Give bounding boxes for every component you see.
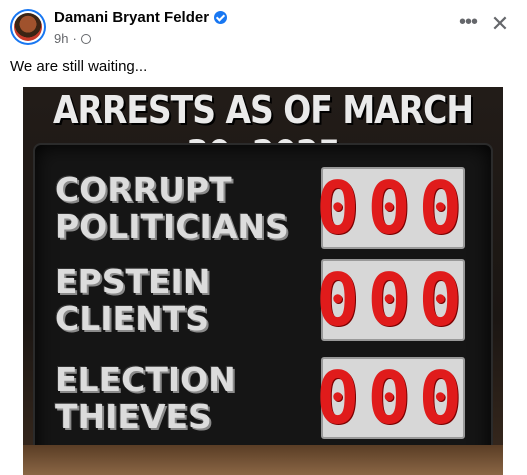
row-label-1: CORRUPT POLITICIANS [55,171,289,245]
author-name[interactable]: Damani Bryant Felder [54,9,228,26]
verified-badge-icon [214,11,228,24]
avatar[interactable] [10,9,46,45]
row-label-3-line1: ELECTION [55,360,236,399]
counter-1-digits: 000 [315,166,471,250]
row-label-1-line2: POLITICIANS [55,207,289,246]
post-text: We are still waiting... [10,58,148,75]
row-label-1-line1: CORRUPT [55,170,232,209]
post-image[interactable]: ARRESTS AS OF MARCH 30, 2025 CORRUPT POL… [23,87,503,475]
row-label-3-line2: THIEVES [55,397,212,436]
post-time[interactable]: 9h [54,31,68,46]
row-label-3: ELECTION THIEVES [55,361,236,435]
post-meta: 9h · [54,31,91,46]
globe-icon[interactable] [80,33,91,44]
more-options-icon[interactable]: ••• [456,12,480,36]
close-icon[interactable]: ✕ [488,12,512,36]
counter-2-digits: 000 [315,258,471,342]
counter-3: 000 [316,357,465,439]
row-label-2-line2: CLIENTS [55,299,209,338]
wood-surface [23,445,503,475]
author-name-text[interactable]: Damani Bryant Felder [54,9,209,26]
meta-separator: · [72,31,77,46]
row-label-2: EPSTEIN CLIENTS [55,263,210,337]
counter-1: 000 [316,167,465,249]
row-label-2-line1: EPSTEIN [55,262,211,301]
counter-2: 000 [316,259,465,341]
post-header: Damani Bryant Felder 9h · ••• ✕ [0,0,527,52]
counter-3-digits: 000 [315,356,471,440]
counter-board: CORRUPT POLITICIANS 000 EPSTEIN CLIENTS … [33,143,493,475]
